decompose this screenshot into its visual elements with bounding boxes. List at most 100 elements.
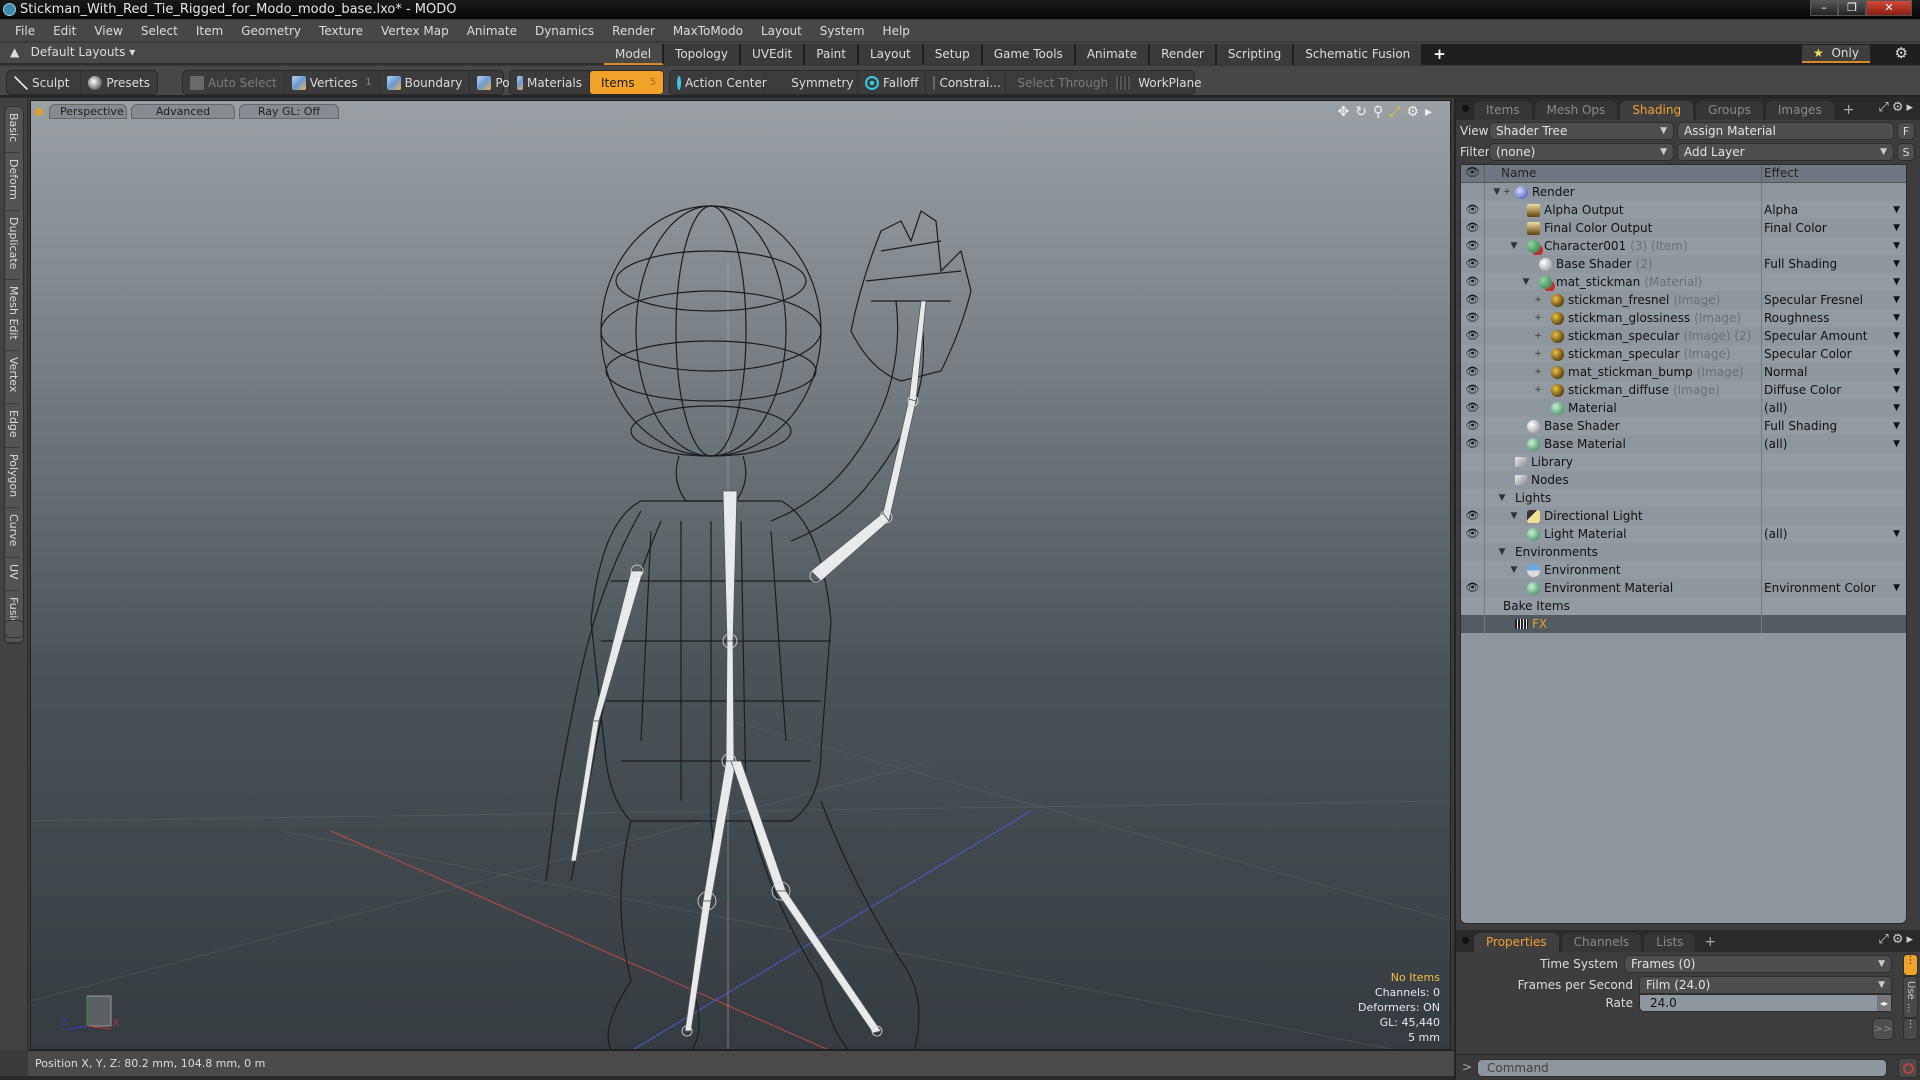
tool-tab-mesh-edit[interactable]: Mesh Edit (5, 280, 20, 352)
visibility-toggle[interactable]: 👁 (1461, 435, 1485, 453)
chevron-down-icon[interactable]: ▼ (1893, 327, 1900, 345)
items-button[interactable]: Items 5 (590, 71, 663, 94)
chevron-down-icon[interactable]: ▼ (1893, 309, 1900, 327)
default-layouts-dropdown[interactable]: ▲ Default Layouts ▾ (10, 45, 135, 59)
shader-tree-row[interactable]: 👁 + stickman_diffuse (Image) Diffuse Color ▼ (1461, 381, 1906, 399)
panel-tab-mesh-ops[interactable]: Mesh Ops (1534, 101, 1618, 120)
symmetry-button[interactable]: Symmetry (765, 71, 858, 94)
panel-tab-shading[interactable]: Shading (1620, 101, 1694, 120)
expand-toggle[interactable]: ▼ (1493, 543, 1511, 561)
layout-tab-paint[interactable]: Paint (805, 44, 859, 65)
shader-tree-row[interactable]: 👁 + stickman_glossiness (Image) Roughness ▼ (1461, 309, 1906, 327)
expand-toggle[interactable]: ▼ + (1493, 183, 1511, 201)
menu-view[interactable]: View (85, 24, 131, 38)
layout-tab-topology[interactable]: Topology (664, 44, 742, 65)
shader-tree-row[interactable]: 👁 ▼ Character001 (3) (Item) ▼ (1461, 237, 1906, 255)
shader-tree-row[interactable]: 👁 Environment Material Environment Color ▼ (1461, 579, 1906, 597)
chevron-down-icon[interactable]: ▼ (1893, 201, 1900, 219)
expand-panel-icon[interactable]: ⤢ (1878, 100, 1891, 115)
add-layout-tab-button[interactable]: + (1423, 44, 1456, 65)
effect-cell[interactable]: Roughness ▼ (1762, 309, 1906, 327)
stickman-wireframe[interactable] (545, 205, 972, 1050)
visibility-toggle[interactable]: 👁 (1461, 255, 1485, 273)
maximize-viewport-icon[interactable]: ⤢ (1389, 104, 1400, 120)
properties-tab-lists[interactable]: Lists (1644, 933, 1696, 952)
expand-toggle[interactable]: + (1529, 327, 1547, 345)
expand-properties-icon[interactable]: ⤢ (1878, 932, 1891, 947)
expand-toggle[interactable]: ▼ (1505, 507, 1523, 525)
f-button[interactable]: F (1897, 122, 1915, 140)
expand-toggle[interactable]: + (1529, 381, 1547, 399)
layout-tab-schematic-fusion[interactable]: Schematic Fusion (1294, 44, 1424, 65)
sculpt-button[interactable]: Sculpt (7, 71, 82, 94)
visibility-toggle[interactable] (1461, 489, 1485, 507)
s-button[interactable]: S (1897, 143, 1915, 161)
expand-toggle[interactable]: + (1529, 363, 1547, 381)
layout-tab-setup[interactable]: Setup (923, 44, 983, 65)
visibility-toggle[interactable] (1461, 183, 1485, 201)
materials-button[interactable]: Materials (510, 71, 590, 94)
shader-tree-row[interactable]: Nodes (1461, 471, 1906, 489)
effect-cell[interactable]: Specular Amount ▼ (1762, 327, 1906, 345)
effect-cell[interactable]: ▼ (1762, 273, 1906, 291)
menu-vertex-map[interactable]: Vertex Map (372, 24, 458, 38)
rate-input[interactable]: 24.0 ◂▸ (1639, 994, 1892, 1012)
effect-cell[interactable]: Normal ▼ (1762, 363, 1906, 381)
menu-layout[interactable]: Layout (752, 24, 811, 38)
close-button[interactable]: ✕ (1866, 0, 1912, 16)
auto-select-button[interactable]: Auto Select (183, 71, 285, 94)
menu-item[interactable]: Item (187, 24, 232, 38)
gear-icon[interactable]: ⚙ (1895, 44, 1908, 62)
visibility-toggle[interactable]: 👁 (1461, 291, 1485, 309)
expand-toggle[interactable]: ▼ (1517, 273, 1535, 291)
skeleton-bones[interactable] (570, 300, 927, 1037)
shader-tree-row[interactable]: FX (1461, 615, 1906, 633)
chevron-down-icon[interactable]: ▼ (1893, 219, 1900, 237)
chevron-down-icon[interactable]: ▼ (1893, 291, 1900, 309)
3d-viewport[interactable]: X Z Perspective Advanced Ray GL: Off ✥ ↻… (30, 100, 1451, 1050)
shading-dropdown[interactable]: Advanced (131, 104, 235, 119)
shader-tree-row[interactable]: ▼ Environment (1461, 561, 1906, 579)
expand-toggle[interactable]: ▼ (1505, 561, 1523, 579)
layout-tab-layout[interactable]: Layout (858, 44, 924, 65)
tool-tab-polygon[interactable]: Polygon (5, 448, 20, 509)
chevron-down-icon[interactable]: ▼ (1893, 237, 1900, 255)
shader-tree-row[interactable]: 👁 + mat_stickman_bump (Image) Normal ▼ (1461, 363, 1906, 381)
effect-cell[interactable]: Diffuse Color ▼ (1762, 381, 1906, 399)
chevron-down-icon[interactable]: ▼ (1893, 363, 1900, 381)
chevron-down-icon[interactable]: ▼ (1893, 435, 1900, 453)
tool-tab-basic[interactable]: Basic (5, 107, 20, 154)
visibility-toggle[interactable]: 👁 (1461, 579, 1485, 597)
viewport-menu-icon[interactable] (35, 107, 43, 116)
layout-tab-render[interactable]: Render (1150, 44, 1217, 65)
raygl-dropdown[interactable]: Ray GL: Off (239, 104, 339, 119)
panel-tab-images[interactable]: Images (1765, 101, 1834, 120)
shader-tree-row[interactable]: 👁 Final Color Output Final Color ▼ (1461, 219, 1906, 237)
record-macro-button[interactable] (1898, 1058, 1918, 1078)
chevron-down-icon[interactable]: ▼ (1893, 525, 1900, 543)
effect-cell[interactable]: Final Color ▼ (1762, 219, 1906, 237)
shader-tree-row[interactable]: ▼ + Render (1461, 183, 1906, 201)
properties-arrow-icon[interactable]: ▸ (1906, 932, 1916, 947)
time-system-dropdown[interactable]: Frames (0) ▼ (1624, 955, 1892, 973)
view-dropdown[interactable]: Shader Tree ▼ (1489, 122, 1674, 140)
visibility-toggle[interactable] (1461, 615, 1485, 633)
visibility-column-icon[interactable]: 👁 (1461, 165, 1485, 182)
filter-dropdown[interactable]: (none) ▼ (1489, 143, 1674, 161)
visibility-toggle[interactable]: 👁 (1461, 345, 1485, 363)
visibility-toggle[interactable]: 👁 (1461, 363, 1485, 381)
menu-render[interactable]: Render (603, 24, 664, 38)
shader-tree-row[interactable]: 👁 Alpha Output Alpha ▼ (1461, 201, 1906, 219)
visibility-toggle[interactable]: 👁 (1461, 273, 1485, 291)
shader-tree-row[interactable]: ▼ Environments (1461, 543, 1906, 561)
expand-toggle[interactable]: ▼ (1493, 489, 1511, 507)
chevron-down-icon[interactable]: ▼ (1893, 345, 1900, 363)
zoom-icon[interactable]: ⚲ (1373, 104, 1383, 120)
shader-tree-row[interactable]: 👁 Base Shader Full Shading ▼ (1461, 417, 1906, 435)
visibility-toggle[interactable]: 👁 (1461, 525, 1485, 543)
shader-tree-row[interactable]: 👁 Material (all) ▼ (1461, 399, 1906, 417)
tool-tab-uv[interactable]: UV (5, 558, 20, 591)
shader-tree-row[interactable]: 👁 Base Shader (2) Full Shading ▼ (1461, 255, 1906, 273)
menu-animate[interactable]: Animate (458, 24, 526, 38)
tool-tab-deform[interactable]: Deform (5, 153, 20, 212)
